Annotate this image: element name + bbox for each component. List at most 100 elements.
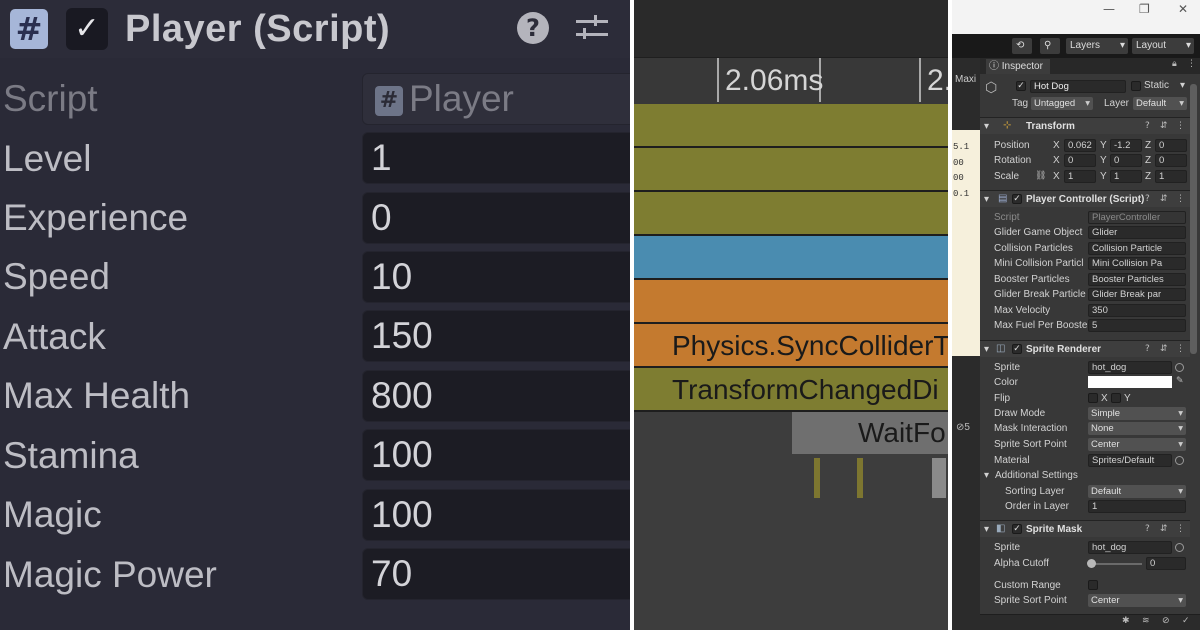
help-icon[interactable]: ? bbox=[1145, 344, 1150, 354]
sprite-renderer-enabled-checkbox[interactable]: ✓ bbox=[1012, 344, 1022, 354]
glider-game-object-field[interactable]: Glider bbox=[1088, 226, 1186, 239]
help-icon[interactable]: ? bbox=[1145, 121, 1150, 131]
mini-collision-particles-field[interactable]: Mini Collision Pa bbox=[1088, 257, 1186, 270]
rotation-y-field[interactable]: 0 bbox=[1110, 154, 1142, 167]
speed-field[interactable]: 10 bbox=[362, 251, 630, 303]
menu-icon[interactable]: ⋮ bbox=[1176, 524, 1185, 534]
lock-icon[interactable]: 🔒︎ bbox=[1172, 59, 1177, 69]
physics-sync-collider-bar[interactable]: Physics.SyncColliderT bbox=[634, 324, 948, 368]
flip-x-checkbox[interactable] bbox=[1088, 393, 1098, 403]
presets-icon[interactable]: ⇵ bbox=[1160, 194, 1168, 204]
flip-y-checkbox[interactable] bbox=[1111, 393, 1121, 403]
presets-icon[interactable] bbox=[576, 14, 608, 42]
magic-field[interactable]: 100 bbox=[362, 489, 630, 541]
object-name-field[interactable]: Hot Dog bbox=[1030, 80, 1126, 93]
help-icon[interactable]: ? bbox=[1145, 194, 1150, 204]
max-health-field[interactable]: 800 bbox=[362, 370, 630, 422]
tag-dropdown[interactable]: Untagged bbox=[1031, 97, 1093, 110]
scale-x-field[interactable]: 1 bbox=[1064, 170, 1096, 183]
help-icon[interactable]: ? bbox=[517, 12, 549, 44]
draw-mode-dropdown[interactable]: Simple bbox=[1088, 407, 1186, 420]
alpha-cutoff-field[interactable]: 0 bbox=[1146, 557, 1186, 570]
no-sign-icon[interactable]: ⊘ bbox=[1162, 616, 1170, 626]
profiler-sample-bar[interactable] bbox=[634, 236, 948, 280]
visibility-badge[interactable]: ⊘5 bbox=[956, 422, 970, 433]
object-picker-icon[interactable] bbox=[1175, 456, 1184, 465]
bug-icon[interactable]: ✱ bbox=[1122, 616, 1130, 626]
help-icon[interactable]: ? bbox=[1145, 524, 1150, 534]
profiler-sample-stub[interactable] bbox=[814, 458, 820, 498]
presets-icon[interactable]: ⇵ bbox=[1160, 524, 1168, 534]
enable-checkbox[interactable]: ✓ bbox=[66, 8, 108, 50]
collision-particles-field[interactable]: Collision Particle bbox=[1088, 242, 1186, 255]
position-y-field[interactable]: -1.2 bbox=[1110, 139, 1142, 152]
color-swatch[interactable] bbox=[1088, 376, 1172, 388]
profiler-sample-bar[interactable] bbox=[634, 280, 948, 324]
transform-header[interactable] bbox=[980, 117, 1190, 134]
max-velocity-field[interactable]: 350 bbox=[1088, 304, 1186, 317]
menu-icon[interactable]: ⋮ bbox=[1187, 59, 1196, 69]
booster-particles-field[interactable]: Booster Particles bbox=[1088, 273, 1186, 286]
alpha-cutoff-slider-handle[interactable] bbox=[1087, 559, 1096, 568]
history-icon[interactable]: ⟲ bbox=[1012, 38, 1032, 54]
close-icon[interactable]: ✕ bbox=[1178, 2, 1188, 16]
check-circle-icon[interactable]: ✓ bbox=[1182, 616, 1190, 626]
layout-dropdown[interactable]: Layout ▾ bbox=[1132, 38, 1194, 54]
script-field[interactable]: # Player bbox=[362, 73, 630, 125]
mask-interaction-dropdown[interactable]: None bbox=[1088, 422, 1186, 435]
sprite-sort-point-dropdown[interactable]: Center bbox=[1088, 438, 1186, 451]
maximize-tab[interactable]: Maxi bbox=[955, 74, 976, 85]
presets-icon[interactable]: ⇵ bbox=[1160, 121, 1168, 131]
foldout-arrow-icon[interactable]: ▾ bbox=[984, 121, 989, 132]
foldout-arrow-icon[interactable]: ▾ bbox=[984, 524, 989, 535]
mask-sprite-field[interactable]: hot_dog bbox=[1088, 541, 1172, 554]
foldout-arrow-icon[interactable]: ▾ bbox=[984, 344, 989, 355]
magic-power-field[interactable]: 70 bbox=[362, 548, 630, 600]
search-icon[interactable]: ⚲ bbox=[1040, 38, 1060, 54]
mask-sort-point-dropdown[interactable]: Center bbox=[1088, 594, 1186, 607]
active-checkbox[interactable]: ✓ bbox=[1016, 81, 1026, 91]
layer-dropdown[interactable]: Default bbox=[1133, 97, 1187, 110]
object-picker-icon[interactable] bbox=[1175, 543, 1184, 552]
link-icon[interactable]: ⛓ bbox=[1035, 171, 1046, 181]
wait-for-bar[interactable]: WaitFo bbox=[792, 412, 948, 454]
profiler-sample-stub[interactable] bbox=[857, 458, 863, 498]
sorting-layer-dropdown[interactable]: Default bbox=[1088, 485, 1186, 498]
alpha-cutoff-slider[interactable] bbox=[1090, 563, 1142, 565]
rotation-z-field[interactable]: 0 bbox=[1155, 154, 1187, 167]
foldout-arrow-icon[interactable]: ▾ bbox=[984, 194, 989, 205]
position-x-field[interactable]: 0.062 bbox=[1064, 139, 1096, 152]
layers-dropdown[interactable]: Layers ▾ bbox=[1066, 38, 1128, 54]
material-field[interactable]: Sprites/Default bbox=[1088, 454, 1172, 467]
transform-changed-bar[interactable]: TransformChangedDi bbox=[634, 368, 948, 412]
sprite-field[interactable]: hot_dog bbox=[1088, 361, 1172, 374]
sprite-mask-enabled-checkbox[interactable]: ✓ bbox=[1012, 524, 1022, 534]
inspector-tab[interactable]: ⓘ Inspector bbox=[986, 59, 1050, 74]
scale-z-field[interactable]: 1 bbox=[1155, 170, 1187, 183]
presets-icon[interactable]: ⇵ bbox=[1160, 344, 1168, 354]
additional-settings-label[interactable]: Additional Settings bbox=[995, 470, 1078, 481]
profiler-sample-bar[interactable] bbox=[634, 192, 948, 236]
menu-icon[interactable]: ⋮ bbox=[1176, 344, 1185, 354]
glider-break-particle-field[interactable]: Glider Break par bbox=[1088, 288, 1186, 301]
player-controller-enabled-checkbox[interactable]: ✓ bbox=[1012, 194, 1022, 204]
scale-y-field[interactable]: 1 bbox=[1110, 170, 1142, 183]
static-dropdown-arrow[interactable]: ▾ bbox=[1180, 80, 1185, 91]
order-in-layer-field[interactable]: 1 bbox=[1088, 500, 1186, 513]
attack-field[interactable]: 150 bbox=[362, 310, 630, 362]
menu-icon[interactable]: ⋮ bbox=[1176, 194, 1185, 204]
level-field[interactable]: 1 bbox=[362, 132, 630, 184]
object-picker-icon[interactable] bbox=[1175, 363, 1184, 372]
custom-range-checkbox[interactable] bbox=[1088, 580, 1098, 590]
menu-icon[interactable]: ⋮ bbox=[1176, 121, 1185, 131]
foldout-arrow-icon[interactable]: ▾ bbox=[984, 470, 989, 481]
position-z-field[interactable]: 0 bbox=[1155, 139, 1187, 152]
experience-field[interactable]: 0 bbox=[362, 192, 630, 244]
profiler-sample-bar[interactable] bbox=[634, 104, 948, 148]
static-checkbox[interactable] bbox=[1131, 81, 1141, 91]
minimize-icon[interactable]: — bbox=[1103, 2, 1115, 16]
layers-stack-icon[interactable]: ≋ bbox=[1142, 616, 1150, 626]
script-field[interactable]: PlayerController bbox=[1088, 211, 1186, 224]
eyedropper-icon[interactable]: ✎ bbox=[1176, 376, 1184, 386]
rotation-x-field[interactable]: 0 bbox=[1064, 154, 1096, 167]
